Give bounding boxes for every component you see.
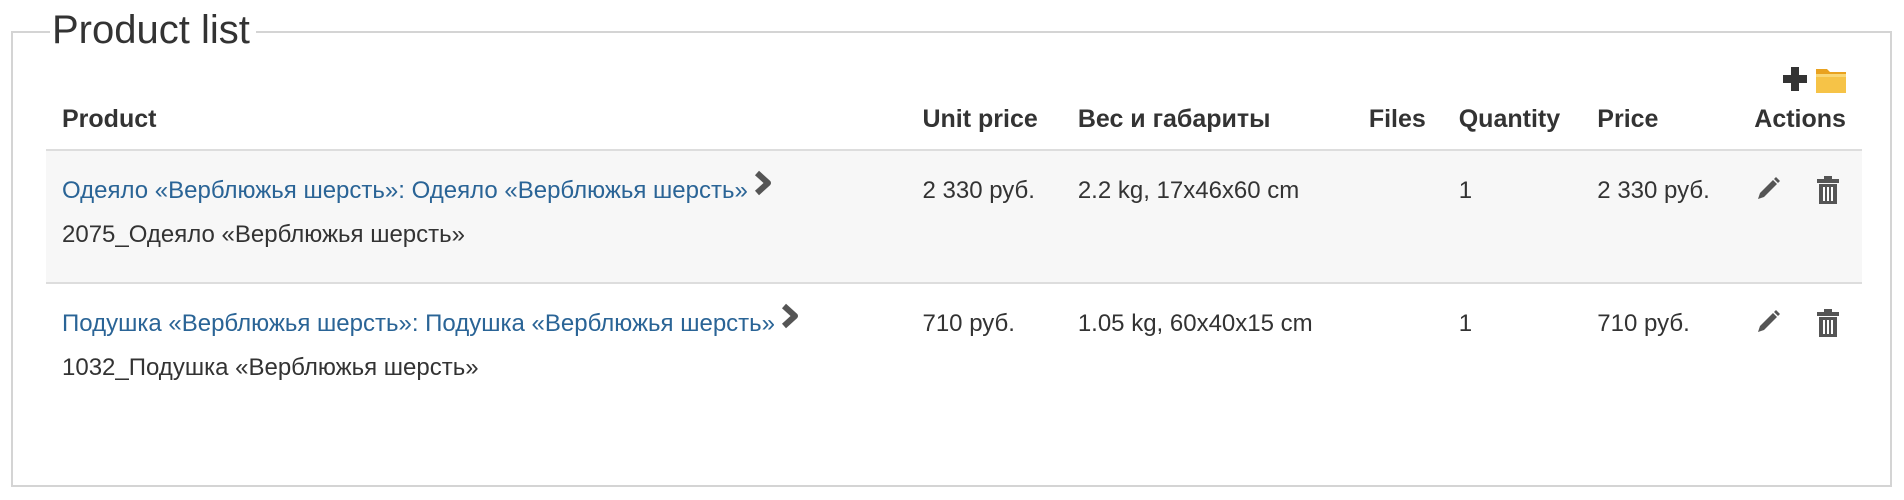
price: 710 руб. bbox=[1597, 310, 1690, 337]
fieldset-legend: Product list bbox=[50, 6, 256, 54]
files-cell bbox=[1352, 149, 1443, 283]
files-cell bbox=[1352, 282, 1443, 415]
trash-icon[interactable] bbox=[1816, 308, 1840, 345]
quantity: 1 bbox=[1458, 177, 1473, 204]
column-header-quantity: Quantity bbox=[1458, 105, 1561, 133]
price-cell: 710 руб. bbox=[1581, 282, 1739, 415]
column-header-product: Product bbox=[62, 105, 157, 133]
column-header-unit-price: Unit price bbox=[922, 105, 1038, 133]
files bbox=[1369, 151, 1427, 169]
product-link[interactable]: Одеяло «Верблюжья шерсть»: Одеяло «Вербл… bbox=[62, 177, 748, 204]
unit-price-cell: 710 руб. bbox=[906, 282, 1062, 415]
product-sku: 2075_Одеяло «Верблюжья шерсть» bbox=[62, 221, 465, 248]
quantity-cell: 1 bbox=[1442, 282, 1582, 415]
table-row: Подушка «Верблюжья шерсть»: Подушка «Вер… bbox=[46, 282, 1862, 415]
actions-cell bbox=[1738, 282, 1862, 415]
product-sku: 1032_Подушка «Верблюжья шерсть» bbox=[62, 354, 479, 381]
product-cell: Одеяло «Верблюжья шерсть»: Одеяло «Вербл… bbox=[46, 149, 907, 283]
dims-cell: 1.05 kg, 60x40x15 cm bbox=[1061, 282, 1353, 415]
column-header-weight-dimensions: Вес и габариты bbox=[1077, 105, 1271, 133]
actions-cell bbox=[1738, 149, 1862, 283]
chevron-right-icon[interactable] bbox=[754, 167, 772, 211]
quantity: 1 bbox=[1458, 310, 1473, 337]
table-row: Одеяло «Верблюжья шерсть»: Одеяло «Вербл… bbox=[46, 149, 1862, 283]
column-header-price: Price bbox=[1597, 105, 1659, 133]
product-link[interactable]: Подушка «Верблюжья шерсть»: Подушка «Вер… bbox=[62, 310, 775, 337]
price: 2 330 руб. bbox=[1597, 177, 1710, 204]
plus-icon[interactable] bbox=[1780, 64, 1810, 99]
edit-pencil-icon[interactable] bbox=[1754, 308, 1782, 345]
quantity-cell: 1 bbox=[1442, 149, 1582, 283]
unit-price: 2 330 руб. bbox=[922, 177, 1035, 204]
products-table: Product Unit price Вес и габариты Files … bbox=[46, 95, 1862, 415]
column-header-files: Files bbox=[1368, 105, 1426, 133]
trash-icon[interactable] bbox=[1816, 175, 1840, 212]
unit-price-cell: 2 330 руб. bbox=[906, 149, 1062, 283]
weight-dimensions: 2.2 kg, 17x46x60 cm bbox=[1077, 177, 1300, 204]
product-cell: Подушка «Верблюжья шерсть»: Подушка «Вер… bbox=[46, 282, 907, 415]
chevron-right-icon[interactable] bbox=[781, 300, 799, 344]
files bbox=[1369, 284, 1427, 302]
edit-pencil-icon[interactable] bbox=[1754, 175, 1782, 212]
column-header-actions: Actions bbox=[1754, 105, 1846, 133]
unit-price: 710 руб. bbox=[922, 310, 1015, 337]
price-cell: 2 330 руб. bbox=[1581, 149, 1739, 283]
weight-dimensions: 1.05 kg, 60x40x15 cm bbox=[1077, 310, 1313, 337]
dims-cell: 2.2 kg, 17x46x60 cm bbox=[1061, 149, 1353, 283]
table-header-row: Product Unit price Вес и габариты Files … bbox=[46, 95, 1862, 150]
